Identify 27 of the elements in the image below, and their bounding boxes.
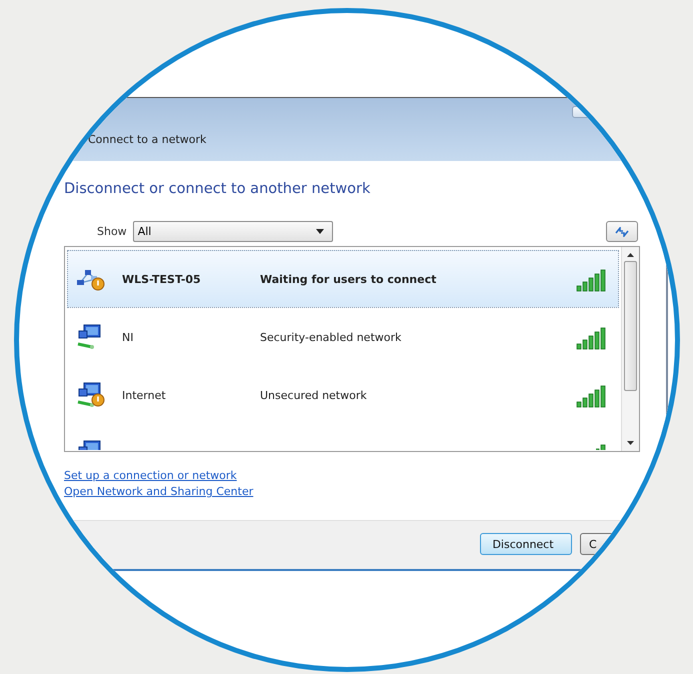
window-title: Connect to a network: [88, 133, 206, 146]
signal-bars-icon: [596, 442, 608, 450]
show-label: Show: [97, 225, 127, 238]
scroll-thumb[interactable]: [624, 261, 637, 391]
link[interactable]: Set up a connection or network: [64, 468, 237, 484]
signal-bars-icon: [576, 266, 608, 292]
network-row[interactable]: WLS-TEST-05 Waiting for users to connect: [67, 250, 619, 308]
network-row[interactable]: NI Security-enabled network: [67, 308, 619, 366]
link[interactable]: Open Network and Sharing Center: [64, 484, 254, 500]
refresh-icon: [615, 226, 629, 236]
network-row[interactable]: Internet Unsecured network: [67, 366, 619, 424]
scrollbar[interactable]: [621, 247, 639, 451]
network-name: WLS-TEST-05: [122, 272, 202, 286]
scroll-up-icon[interactable]: [627, 253, 634, 257]
signal-bars-icon: [576, 382, 608, 408]
network-status: Security-enabled network: [260, 330, 402, 344]
page-heading: Disconnect or connect to another network: [64, 181, 370, 197]
network-status: Waiting for users to connect: [260, 272, 438, 286]
show-dropdown[interactable]: All: [132, 221, 333, 242]
network-name: NI: [122, 330, 134, 344]
caret-icon: [316, 229, 324, 234]
signal-bars-icon: [576, 324, 608, 350]
network-status: Unsecured network: [260, 388, 368, 402]
refresh-button[interactable]: [606, 221, 638, 242]
disconnect-button[interactable]: Disconnect: [480, 533, 572, 555]
scroll-down-icon[interactable]: [627, 441, 634, 445]
network-name: Internet: [122, 388, 167, 402]
